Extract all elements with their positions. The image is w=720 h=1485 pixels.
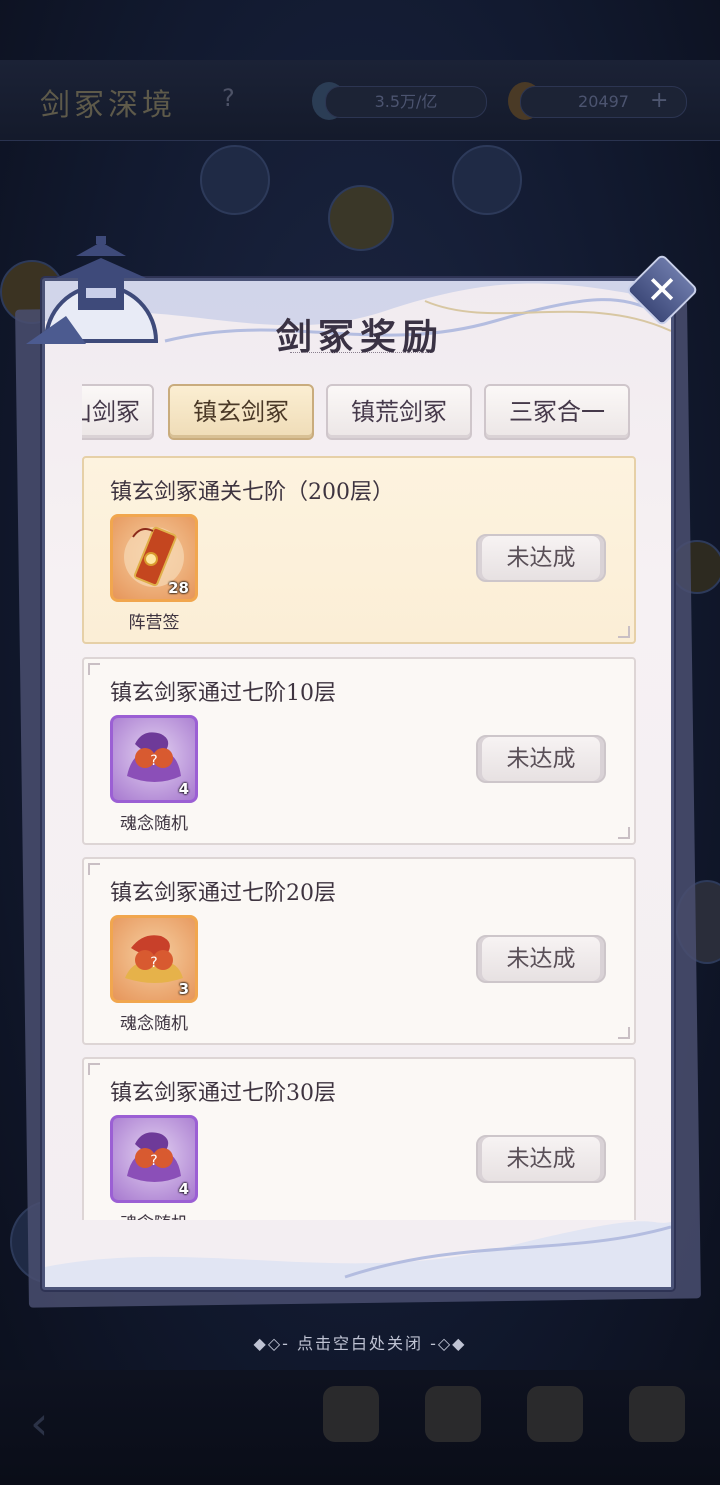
title-divider — [290, 352, 430, 359]
nav-icon — [425, 1386, 481, 1442]
reward-card: 镇玄剑冢通过七阶20层 ? 3 魂念随机 未达成 — [82, 857, 636, 1045]
corner-ornament — [88, 863, 100, 875]
svg-text:?: ? — [150, 753, 157, 769]
nav-button[interactable] — [622, 1386, 692, 1442]
nav-button[interactable] — [418, 1386, 488, 1442]
stage-title: 剑冢深境 — [40, 88, 176, 123]
corner-ornament — [88, 1063, 100, 1075]
add-currency-button[interactable]: + — [650, 88, 668, 113]
corner-ornament — [88, 663, 100, 675]
reward-list[interactable]: 镇玄剑冢通关七阶（200层） 28 阵营签 未达成 镇玄剑冢通过七阶10层 ? — [82, 456, 636, 1220]
tab-zhenxuan[interactable]: 镇玄剑冢 — [168, 384, 314, 440]
nav-icon — [323, 1386, 379, 1442]
reward-card: 镇玄剑冢通过七阶30层 ? 4 魂念随机 未达成 — [82, 1057, 636, 1220]
reward-item[interactable]: ? 4 — [110, 715, 198, 803]
map-node — [452, 145, 522, 215]
status-button[interactable]: 未达成 — [476, 935, 606, 983]
item-name: 魂念随机 — [120, 814, 188, 834]
corner-ornament — [618, 626, 630, 638]
item-name: 阵营签 — [128, 613, 180, 633]
nav-icon — [629, 1386, 685, 1442]
svg-text:?: ? — [150, 1153, 157, 1169]
nav-icon — [527, 1386, 583, 1442]
tab-bar: 山剑冢 镇玄剑冢 镇荒剑冢 三冢合一 — [82, 384, 634, 442]
item-name: 魂念随机 — [120, 1014, 188, 1034]
reward-title: 镇玄剑冢通过七阶30层 — [110, 1081, 336, 1106]
back-arrow-icon[interactable]: ‹ — [30, 1396, 48, 1450]
corner-ornament — [618, 827, 630, 839]
map-node — [200, 145, 270, 215]
nav-button[interactable] — [520, 1386, 590, 1442]
svg-text:?: ? — [150, 955, 157, 971]
tab-shan[interactable]: 山剑冢 — [82, 384, 154, 440]
status-button[interactable]: 未达成 — [476, 1135, 606, 1183]
nav-button[interactable] — [316, 1386, 386, 1442]
item-count: 4 — [178, 780, 189, 798]
reward-card: 镇玄剑冢通过七阶10层 ? 4 魂念随机 未达成 — [82, 657, 636, 845]
reward-card: 镇玄剑冢通关七阶（200层） 28 阵营签 未达成 — [82, 456, 636, 644]
reward-item[interactable]: 28 — [110, 514, 198, 602]
panel-wave-decoration — [45, 1221, 671, 1287]
close-hint[interactable]: ◆◇- 点击空白处关闭 -◇◆ — [0, 1330, 720, 1354]
reward-title: 镇玄剑冢通关七阶（200层） — [110, 480, 394, 505]
status-button[interactable]: 未达成 — [476, 534, 606, 582]
reward-item[interactable]: ? 4 — [110, 1115, 198, 1203]
bottom-nav: ‹ — [0, 1370, 720, 1485]
item-count: 3 — [178, 980, 189, 998]
tab-zhenhuang[interactable]: 镇荒剑冢 — [326, 384, 472, 440]
reward-title: 镇玄剑冢通过七阶20层 — [110, 881, 336, 906]
item-name: 魂念随机 — [110, 1209, 198, 1220]
top-bar: 剑冢深境 ? 3.5万/亿 20497 + — [0, 60, 720, 141]
reward-item[interactable]: ? 3 — [110, 915, 198, 1003]
status-button[interactable]: 未达成 — [476, 735, 606, 783]
reward-title: 镇玄剑冢通过七阶10层 — [110, 681, 336, 706]
currency-display-1: 3.5万/亿 — [325, 86, 487, 118]
tab-sanzhong[interactable]: 三冢合一 — [484, 384, 630, 440]
item-count: 4 — [178, 1180, 189, 1198]
item-count: 28 — [168, 579, 189, 597]
help-icon[interactable]: ? — [222, 84, 235, 112]
corner-ornament — [618, 1027, 630, 1039]
map-node — [328, 185, 394, 251]
